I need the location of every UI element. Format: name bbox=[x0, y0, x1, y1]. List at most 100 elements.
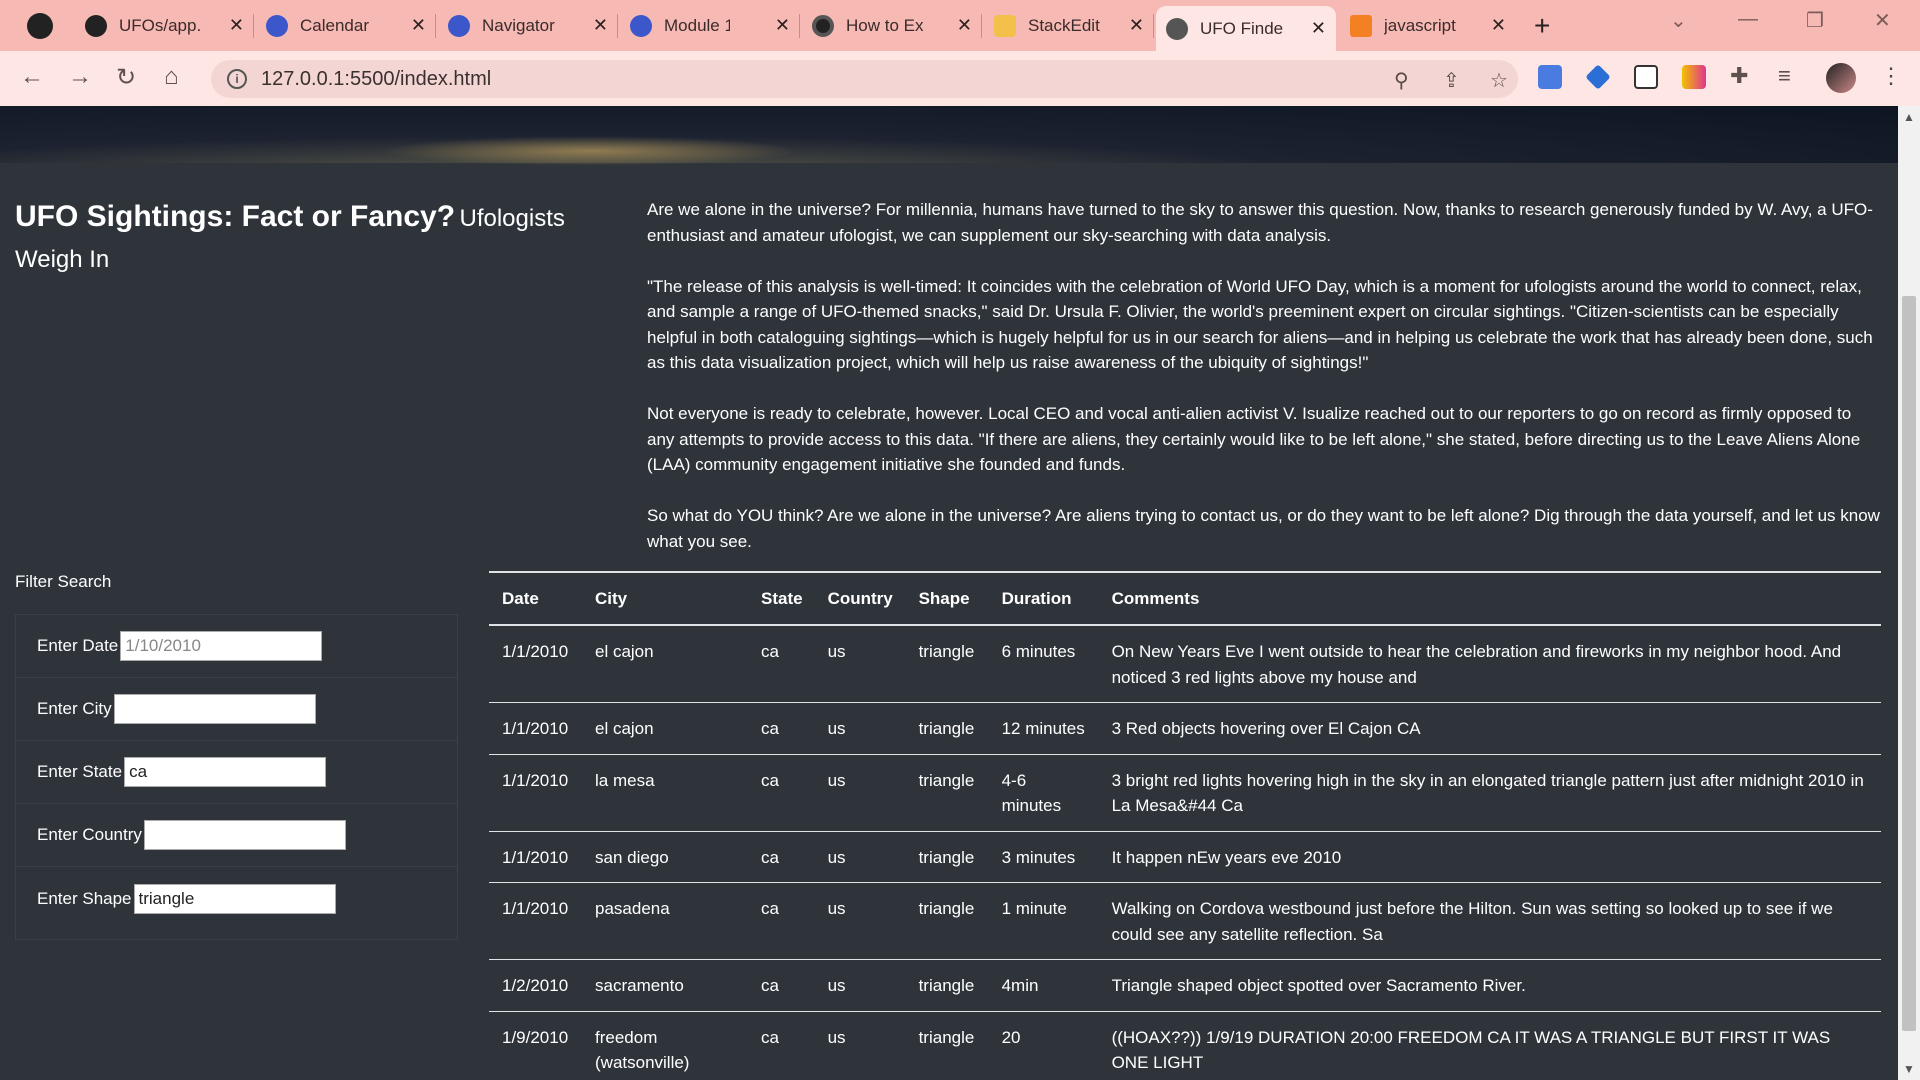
cell-comments: Triangle shaped object spotted over Sacr… bbox=[1111, 976, 1526, 995]
article-paragraph: So what do YOU think? Are we alone in th… bbox=[647, 506, 1880, 551]
state-input[interactable] bbox=[124, 757, 327, 787]
scrollbar-thumb[interactable] bbox=[1902, 296, 1916, 1031]
tab-how-to[interactable]: How to Ex ✕ bbox=[802, 6, 982, 45]
cell-city: la mesa bbox=[595, 770, 655, 790]
column-header-duration[interactable]: Duration bbox=[989, 572, 1099, 625]
shape-input[interactable] bbox=[133, 883, 336, 914]
filter-panel: Enter Date Enter City Enter State Enter … bbox=[15, 614, 458, 940]
stackoverflow-icon bbox=[1350, 14, 1372, 37]
close-icon[interactable]: ✕ bbox=[411, 15, 426, 36]
page-title-main: UFO Sightings: Fact or Fancy? bbox=[15, 200, 456, 233]
column-header-state[interactable]: State bbox=[748, 572, 815, 625]
page-title: UFO Sightings: Fact or Fancy? Ufologists… bbox=[15, 198, 615, 282]
site-info-icon[interactable]: i bbox=[227, 69, 247, 89]
tab-navigator[interactable]: Navigator ✕ bbox=[438, 6, 618, 45]
tab-title: How to Ex bbox=[846, 15, 924, 35]
translate-extension-icon[interactable] bbox=[1538, 65, 1562, 89]
cell-state: ca bbox=[761, 976, 779, 995]
upload-extension-icon[interactable] bbox=[1634, 65, 1658, 89]
cell-duration: 12 minutes bbox=[1001, 719, 1085, 738]
close-icon[interactable]: ✕ bbox=[1129, 15, 1144, 36]
stackedit-icon bbox=[994, 14, 1016, 37]
bookmark-star-icon[interactable]: ☆ bbox=[1490, 68, 1508, 93]
forward-arrow-icon[interactable]: → bbox=[68, 63, 92, 91]
diamond-extension-icon[interactable] bbox=[1585, 64, 1611, 90]
cell-country: us bbox=[827, 847, 846, 867]
close-icon[interactable]: ✕ bbox=[229, 15, 244, 36]
article-paragraph: "The release of this analysis is well-ti… bbox=[647, 276, 1873, 373]
column-header-date[interactable]: Date bbox=[489, 572, 582, 625]
close-icon[interactable]: ✕ bbox=[593, 15, 608, 36]
cell-country: us bbox=[827, 976, 846, 995]
page-scrollbar[interactable]: ▲ ▼ bbox=[1898, 106, 1920, 1080]
cell-date: 1/1/2010 bbox=[502, 642, 569, 661]
cell-city: pasadena bbox=[595, 899, 670, 918]
cell-city: san diego bbox=[595, 847, 669, 867]
address-bar[interactable]: i 127.0.0.1:5500/index.html ⚲ ⇪ ☆ bbox=[211, 60, 1518, 98]
reload-icon[interactable]: ↻ bbox=[116, 63, 136, 92]
column-header-country[interactable]: Country bbox=[815, 572, 906, 625]
circle-icon bbox=[812, 14, 834, 37]
cell-shape: triangle bbox=[918, 976, 975, 995]
tab-search-chevron-icon[interactable]: ⌄ bbox=[1670, 8, 1687, 33]
tab-stackedit[interactable]: StackEdit ✕ bbox=[984, 6, 1154, 45]
filter-row-shape: Enter Shape bbox=[16, 867, 457, 930]
close-icon[interactable]: ✕ bbox=[957, 15, 972, 36]
cell-shape: triangle bbox=[918, 642, 975, 661]
table-body: 1/1/2010 el cajon ca us triangle 6 minutes On … bbox=[489, 625, 1881, 1080]
new-tab-plus-icon[interactable]: + bbox=[1534, 10, 1550, 42]
tab-ufos-app[interactable]: UFOs/app. ✕ bbox=[75, 6, 254, 45]
cell-duration: 3 minutes bbox=[1001, 847, 1076, 867]
url-text[interactable]: 127.0.0.1:5500/index.html bbox=[261, 68, 491, 91]
minimize-icon[interactable]: — bbox=[1738, 8, 1758, 31]
cell-comments: ((HOAX??)) 1/9/19 DURATION 20:00 FREEDOM… bbox=[1111, 1027, 1831, 1073]
country-input[interactable] bbox=[143, 820, 346, 850]
home-icon[interactable]: ⌂ bbox=[164, 63, 179, 91]
back-arrow-icon[interactable]: ← bbox=[20, 63, 44, 91]
zoom-icon[interactable]: ⚲ bbox=[1394, 68, 1409, 93]
tab-calendar[interactable]: Calendar ✕ bbox=[256, 6, 436, 45]
globe-icon bbox=[1166, 17, 1188, 40]
w-extension-icon[interactable] bbox=[1682, 65, 1706, 89]
column-header-city[interactable]: City bbox=[582, 572, 748, 625]
cell-state: ca bbox=[761, 1027, 779, 1047]
table-row: 1/2/2010 sacramento ca us triangle 4min Triang… bbox=[489, 960, 1881, 1011]
cell-date: 1/1/2010 bbox=[502, 847, 569, 867]
scroll-up-arrow-icon[interactable]: ▲ bbox=[1903, 110, 1915, 124]
cell-city: sacramento bbox=[595, 976, 684, 995]
table-row: 1/1/2010 el cajon ca us triangle 12 minutes 3 … bbox=[489, 703, 1881, 754]
close-icon[interactable]: ✕ bbox=[1311, 18, 1326, 39]
tab-javascript[interactable]: javascript ✕ bbox=[1340, 6, 1516, 45]
share-icon[interactable]: ⇪ bbox=[1443, 68, 1460, 93]
cell-country: us bbox=[827, 770, 846, 790]
extensions-puzzle-icon[interactable]: ✚ bbox=[1730, 63, 1748, 89]
cell-comments: It happen nEw years eve 2010 bbox=[1111, 847, 1342, 867]
tab-ufo-finder[interactable]: UFO Finde ✕ bbox=[1156, 6, 1336, 51]
close-icon[interactable]: ✕ bbox=[1491, 15, 1506, 36]
cell-date: 1/2/2010 bbox=[502, 976, 569, 995]
cell-city: el cajon bbox=[595, 719, 654, 738]
profile-avatar[interactable] bbox=[1826, 63, 1856, 93]
cell-shape: triangle bbox=[918, 899, 975, 918]
column-header-comments[interactable]: Comments bbox=[1099, 572, 1881, 625]
more-menu-icon[interactable]: ⋮ bbox=[1880, 63, 1902, 89]
restore-icon[interactable]: ❐ bbox=[1806, 8, 1824, 33]
date-input[interactable] bbox=[120, 631, 323, 661]
bootcamp-icon bbox=[266, 14, 288, 37]
close-icon[interactable]: ✕ bbox=[775, 15, 790, 36]
date-label: Enter Date bbox=[37, 636, 119, 655]
table-row: 1/1/2010 pasadena ca us triangle 1 minute Walk… bbox=[489, 883, 1881, 960]
page-viewport: UFO Sightings: Fact or Fancy? Ufologists… bbox=[0, 106, 1898, 1080]
github-icon[interactable] bbox=[27, 13, 53, 39]
column-header-shape[interactable]: Shape bbox=[906, 572, 989, 625]
media-queue-icon[interactable]: ≡ bbox=[1778, 63, 1791, 89]
tab-module[interactable]: Module 11 ✕ bbox=[620, 6, 800, 45]
cell-country: us bbox=[827, 1027, 846, 1047]
window-close-icon[interactable]: ✕ bbox=[1874, 8, 1891, 33]
state-label: Enter State bbox=[37, 762, 123, 781]
hero-city-lights bbox=[380, 136, 800, 166]
city-input[interactable] bbox=[113, 694, 316, 724]
cell-comments: Walking on Cordova westbound just before… bbox=[1111, 899, 1833, 944]
filter-row-city: Enter City bbox=[16, 678, 457, 741]
scroll-down-arrow-icon[interactable]: ▼ bbox=[1903, 1062, 1915, 1076]
